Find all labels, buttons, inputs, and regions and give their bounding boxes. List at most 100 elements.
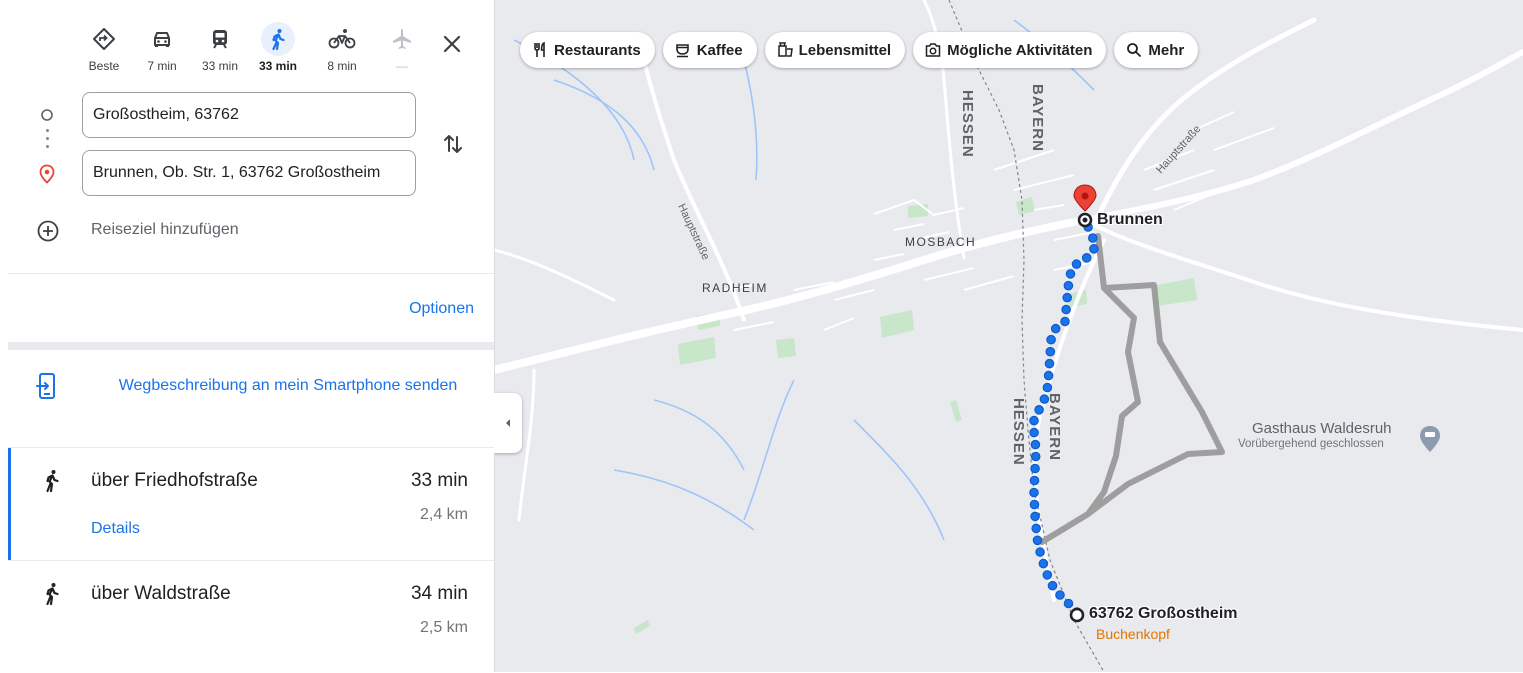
destination-label[interactable]: Brunnen <box>1097 211 1163 229</box>
route-dot <box>1063 598 1074 609</box>
swap-icon <box>444 135 462 153</box>
destination-pin-icon <box>38 164 56 189</box>
travel-mode-label: 33 min <box>258 59 297 73</box>
town-label: MOSBACH <box>905 235 977 249</box>
origin-sublabel: Buchenkopf <box>1096 626 1170 642</box>
route-dot <box>1035 547 1045 557</box>
chip-restaurants[interactable]: Restaurants <box>520 32 655 68</box>
divider <box>8 273 494 274</box>
streams <box>513 19 1095 541</box>
chip-coffee[interactable]: Kaffee <box>662 32 757 68</box>
restaurant-poi-icon[interactable] <box>1420 426 1440 452</box>
travel-mode-label: 7 min <box>147 59 177 73</box>
travel-mode-car[interactable]: 7 min <box>140 22 184 73</box>
walk-icon <box>40 468 64 499</box>
state-label: HESSEN <box>1010 398 1027 466</box>
chip-grocery[interactable]: Lebensmittel <box>764 32 906 68</box>
route-details-link[interactable]: Details <box>91 520 140 538</box>
origin-marker[interactable] <box>1069 607 1085 623</box>
route-dot <box>1062 292 1072 303</box>
route-dot <box>1063 280 1074 291</box>
route-dot <box>1045 346 1056 357</box>
route-dot <box>1042 570 1053 580</box>
travel-mode-walk[interactable]: 33 min <box>256 22 300 73</box>
route-dot <box>1046 334 1056 345</box>
route-dot <box>1050 323 1061 334</box>
car-icon <box>145 22 179 56</box>
walk-icon <box>40 581 64 612</box>
collapse-panel-button[interactable] <box>494 393 522 453</box>
divider <box>8 342 494 350</box>
send-to-phone-icon <box>36 372 58 405</box>
travel-mode-label: — <box>396 59 408 73</box>
route-duration: 34 min <box>410 583 468 604</box>
route-dot <box>1060 316 1070 327</box>
route-dot <box>1029 475 1040 486</box>
route-dot <box>1030 451 1041 462</box>
route-name: über Friedhofstraße <box>91 470 258 491</box>
route-dot <box>1071 259 1082 269</box>
poi-name[interactable]: Gasthaus Waldesruh <box>1252 420 1392 437</box>
map-graphics <box>494 0 1523 672</box>
route-dot <box>1043 370 1054 381</box>
search-icon <box>1127 43 1142 58</box>
route-dot <box>1030 439 1041 450</box>
swap-locations-button[interactable] <box>441 131 465 162</box>
route-dot <box>1044 358 1055 369</box>
add-circle-icon[interactable] <box>36 219 60 248</box>
route-dot <box>1030 511 1040 522</box>
send-to-phone-link[interactable]: Wegbeschreibung an mein Smartphone sende… <box>100 372 476 400</box>
map-canvas[interactable]: MOSBACH RADHEIM HESSEN BAYERN HESSEN BAY… <box>494 0 1523 672</box>
route-dot <box>1087 233 1098 243</box>
route-dot <box>1029 415 1039 426</box>
destination-pin-icon[interactable] <box>1073 184 1097 212</box>
travel-mode-label: 8 min <box>327 59 357 73</box>
chip-more[interactable]: Mehr <box>1114 32 1199 68</box>
chip-label: Mehr <box>1148 41 1185 59</box>
route-name: über Waldstraße <box>91 583 231 604</box>
close-button[interactable] <box>440 32 464 56</box>
destination-input[interactable]: Brunnen, Ob. Str. 1, 63762 Großostheim <box>82 150 416 196</box>
travel-mode-flight[interactable]: — <box>380 22 424 73</box>
town-label: RADHEIM <box>702 281 768 295</box>
travel-mode-transit[interactable]: 33 min <box>198 22 242 73</box>
chip-label: Lebensmittel <box>798 41 892 59</box>
chip-activities[interactable]: Mögliche Aktivitäten <box>913 32 1107 68</box>
route-dot <box>1029 427 1039 438</box>
category-chips: Restaurants Kaffee Lebensmittel Mögliche… <box>520 32 1199 68</box>
travel-mode-best[interactable]: Beste <box>82 22 126 73</box>
route-dot <box>1034 404 1044 415</box>
options-link[interactable]: Optionen <box>409 300 474 318</box>
travel-mode-bike[interactable]: 8 min <box>320 22 364 73</box>
best-route-icon <box>87 22 121 56</box>
travel-mode-label: 33 min <box>201 59 239 73</box>
train-icon <box>203 22 237 56</box>
origin-label[interactable]: 63762 Großostheim <box>1089 605 1238 623</box>
route-connector-dots <box>46 129 49 153</box>
route-option[interactable]: über Friedhofstraße 33 min 2,4 km Detail… <box>8 447 494 560</box>
route-distance: 2,4 km <box>419 506 468 523</box>
route-dot <box>1029 487 1039 498</box>
state-label: BAYERN <box>1046 393 1063 461</box>
travel-mode-label: Beste <box>88 59 120 73</box>
add-destination-link[interactable]: Reiseziel hinzufügen <box>91 221 239 239</box>
origin-input[interactable]: Großostheim, 63762 <box>82 92 416 138</box>
camera-icon <box>925 43 941 57</box>
origin-circle-icon <box>40 108 54 127</box>
route-distance: 2,5 km <box>419 619 468 636</box>
directions-panel: Beste 7 min 33 min 33 min 8 min — Großos… <box>0 0 495 672</box>
route-dot <box>1081 252 1092 263</box>
route-dot <box>1061 304 1071 315</box>
grocery-icon <box>777 42 793 57</box>
route-duration: 33 min <box>410 470 468 491</box>
chip-label: Mögliche Aktivitäten <box>947 41 1093 59</box>
route-dot <box>1047 580 1058 591</box>
route-option[interactable]: über Waldstraße 34 min 2,5 km <box>8 560 494 673</box>
plane-icon <box>385 22 419 56</box>
chevron-left-icon <box>506 419 510 427</box>
close-icon <box>443 35 461 53</box>
state-label: HESSEN <box>959 90 976 158</box>
route-dot <box>1089 244 1099 254</box>
route-dot <box>1031 523 1041 534</box>
poi-status: Vorübergehend geschlossen <box>1238 438 1384 450</box>
